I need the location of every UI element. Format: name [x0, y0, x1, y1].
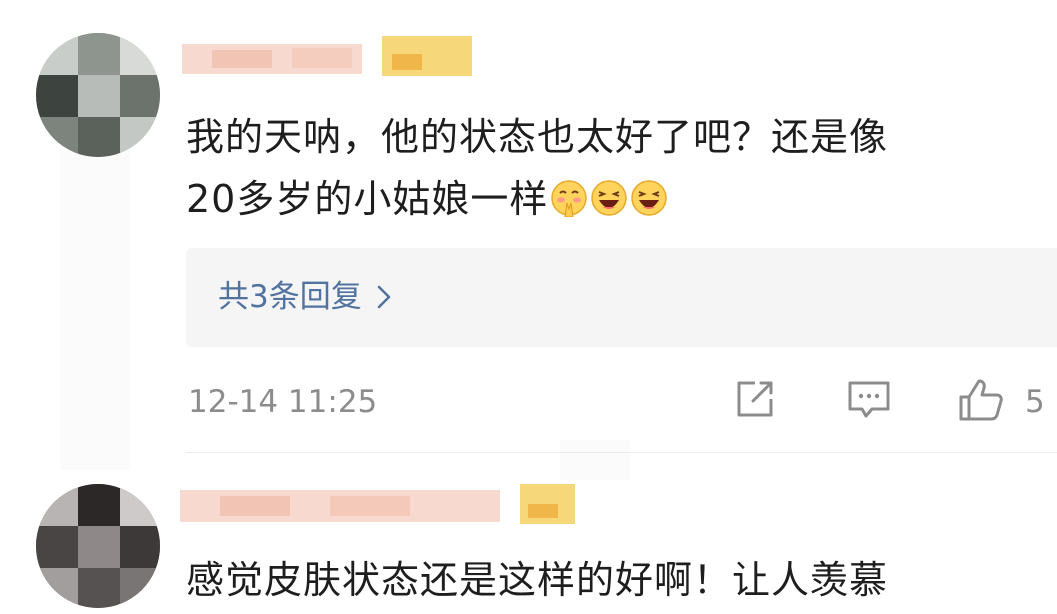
comment-line: 我的天呐，他的状态也太好了吧？还是像	[186, 115, 889, 159]
chevron-right-icon	[376, 278, 392, 322]
comment-line: 20多岁的小姑娘一样	[186, 168, 888, 230]
laughing-icon	[590, 173, 628, 216]
avatar[interactable]	[36, 33, 160, 157]
divider	[186, 452, 1057, 453]
like-count: 5	[1025, 384, 1045, 420]
comment-text: 我的天呐，他的状态也太好了吧？还是像 20多岁的小姑娘一样	[186, 106, 888, 230]
comment-icon[interactable]	[846, 377, 892, 425]
username[interactable]	[180, 484, 580, 528]
comment-text: 感觉皮肤状态还是这样的好啊！让人羡慕	[186, 549, 888, 611]
pray-blush-icon	[550, 173, 588, 218]
reply-count-label: 共3条回复	[218, 279, 362, 315]
username[interactable]	[182, 36, 472, 80]
share-icon[interactable]	[733, 377, 777, 425]
avatar[interactable]	[36, 484, 160, 608]
timestamp: 12-14 11:25	[188, 384, 378, 420]
view-replies-link[interactable]: 共3条回复	[218, 275, 392, 322]
comment-line: 感觉皮肤状态还是这样的好啊！让人羡慕	[186, 558, 889, 602]
background-blur	[60, 150, 130, 470]
laughing-icon	[630, 173, 668, 216]
reply-box[interactable]: 共3条回复	[186, 248, 1057, 347]
like-icon[interactable]	[957, 377, 1005, 427]
background-blur	[560, 440, 630, 480]
